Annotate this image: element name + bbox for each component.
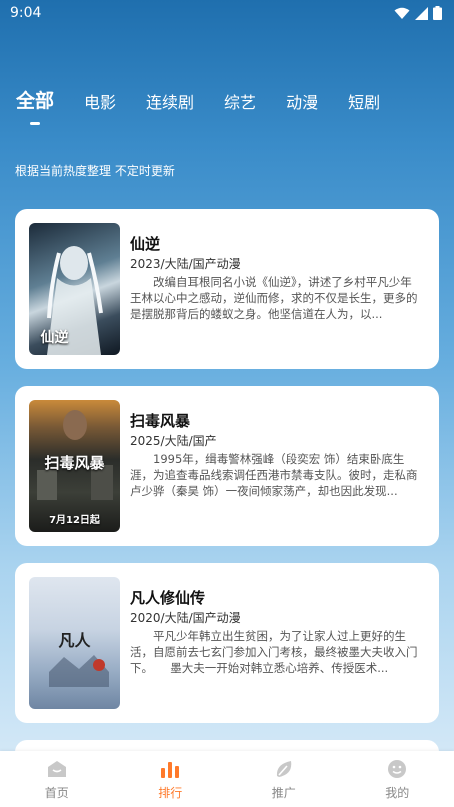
nav-ranking[interactable]: 排行 — [114, 758, 227, 801]
poster-title: 凡人 — [58, 631, 91, 650]
poster-date-badge: 7月12日起 — [49, 515, 100, 526]
card-meta: 2023/大陆/国产动漫 — [130, 257, 241, 271]
category-tabs: 全部 电影 连续剧 综艺 动漫 短剧 — [16, 86, 410, 113]
home-icon — [47, 760, 66, 777]
ranking-card[interactable]: 仙逆 仙逆 2023/大陆/国产动漫 改编自耳根同名小说《仙逆》，讲述了乡村平凡… — [15, 209, 439, 369]
card-meta: 2025/大陆/国产 — [130, 434, 217, 448]
nav-promote-label: 推广 — [271, 785, 296, 800]
card-description: 1995年，缉毒警林强峰（段奕宏 饰）结束卧底生涯，为追查毒品线索调任西港市禁毒… — [130, 452, 418, 498]
tab-anime[interactable]: 动漫 — [286, 89, 318, 113]
poster-title: 仙逆 — [40, 330, 69, 346]
nav-ranking-label: 排行 — [158, 785, 183, 800]
nav-profile[interactable]: 我的 — [341, 758, 454, 801]
poster-image: 扫毒风暴 7月12日起 — [29, 400, 120, 532]
tab-variety[interactable]: 综艺 — [224, 89, 256, 113]
bottom-nav: 首页 排行 推广 我的 — [0, 751, 454, 807]
ranking-card[interactable]: 凡人 凡人修仙传 2020/大陆/国产动漫 平凡少年韩立出生贫困，为了让家人过上… — [15, 563, 439, 723]
status-icons — [394, 6, 442, 20]
battery-icon — [433, 6, 442, 20]
card-description: 平凡少年韩立出生贫困，为了让家人过上更好的生活，自愿前去七玄门参加入门考核，最终… — [130, 629, 418, 675]
profile-icon — [388, 759, 407, 778]
card-title: 凡人修仙传 — [130, 589, 206, 607]
card-title: 扫毒风暴 — [130, 412, 191, 430]
status-time: 9:04 — [10, 5, 42, 21]
nav-home-label: 首页 — [44, 785, 69, 800]
status-bar: 9:04 — [0, 0, 454, 26]
card-title: 仙逆 — [130, 235, 161, 253]
tab-series[interactable]: 连续剧 — [146, 89, 194, 113]
nav-profile-label: 我的 — [385, 785, 410, 800]
promote-icon — [276, 760, 291, 777]
nav-home[interactable]: 首页 — [0, 758, 113, 801]
wifi-icon — [394, 7, 410, 19]
poster-image: 仙逆 — [29, 223, 120, 355]
poster-image: 凡人 — [29, 577, 120, 709]
nav-promote[interactable]: 推广 — [227, 758, 340, 801]
tab-movie[interactable]: 电影 — [84, 89, 116, 113]
ranking-icon — [161, 761, 180, 778]
signal-icon — [415, 6, 428, 20]
card-description: 改编自耳根同名小说《仙逆》，讲述了乡村平凡少年王林以心中之感动，逆仙而修，求的不… — [130, 275, 418, 321]
ranking-card[interactable]: 扫毒风暴 7月12日起 扫毒风暴 2025/大陆/国产 1995年，缉毒警林强峰… — [15, 386, 439, 546]
card-meta: 2020/大陆/国产动漫 — [130, 611, 241, 625]
poster-title: 扫毒风暴 — [44, 454, 105, 472]
tab-short-drama[interactable]: 短剧 — [348, 89, 380, 113]
ranking-subtitle: 根据当前热度整理 不定时更新 — [15, 164, 175, 178]
tab-all[interactable]: 全部 — [16, 86, 54, 113]
